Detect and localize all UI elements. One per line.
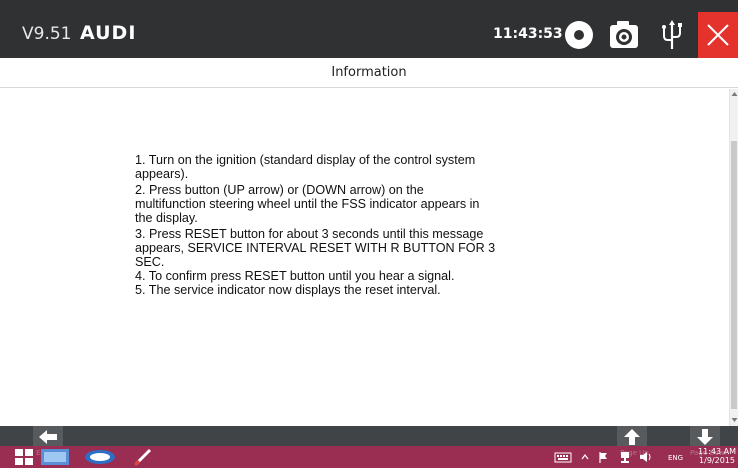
volume-icon[interactable] (639, 450, 653, 464)
windows-start-icon[interactable] (14, 448, 34, 466)
info-line: the display. (135, 211, 198, 225)
info-line: multifunction steering wheel until the F… (135, 197, 480, 211)
remote-app-icon[interactable] (82, 448, 118, 466)
info-line: appears, SERVICE INTERVAL RESET WITH R B… (135, 241, 496, 255)
pen-app-icon[interactable] (130, 448, 156, 466)
scroll-down-icon[interactable] (731, 417, 738, 423)
chevron-up-icon[interactable] (580, 450, 590, 464)
title-bar: Information (0, 58, 738, 88)
taskbar-clock[interactable]: 11:43 AM 1/9/2015 (697, 447, 737, 465)
taskbar-date: 1/9/2015 (699, 456, 735, 465)
arrow-left-icon (39, 430, 57, 444)
close-button[interactable] (698, 12, 738, 58)
software-version: V9.51 (22, 24, 72, 44)
close-icon (707, 24, 729, 46)
scroll-up-icon[interactable] (731, 91, 738, 97)
taskbar-time: 11:43 AM (698, 447, 736, 456)
network-icon[interactable] (619, 450, 631, 464)
info-line: appears). (135, 167, 189, 181)
top-bar: V9.51 AUDI 11:43:53 (0, 0, 738, 58)
back-button[interactable] (33, 426, 63, 448)
language-indicator[interactable]: ENG (668, 454, 683, 462)
vertical-scrollbar[interactable] (729, 89, 738, 426)
diagnostic-app-icon[interactable] (38, 448, 72, 466)
clock: 11:43:53 (493, 26, 563, 42)
info-line: SEC. (135, 255, 165, 269)
info-line: 2. Press button (UP arrow) or (DOWN arro… (135, 183, 424, 197)
scrollbar-thumb[interactable] (731, 141, 737, 409)
info-text: 1. Turn on the ignition (standard displa… (135, 153, 545, 297)
info-line: 4. To confirm press RESET button until y… (135, 269, 455, 283)
flag-icon[interactable] (598, 450, 608, 464)
page-title: Information (331, 65, 407, 80)
page-down-button[interactable] (690, 426, 720, 448)
page-up-button[interactable] (617, 426, 647, 448)
arrow-down-icon (697, 429, 713, 445)
vehicle-brand: AUDI (80, 22, 137, 44)
record-icon[interactable] (561, 16, 597, 52)
info-line: 5. The service indicator now displays th… (135, 283, 441, 297)
usb-icon (654, 16, 690, 52)
camera-icon[interactable] (606, 16, 642, 52)
info-line: 3. Press RESET button for about 3 second… (135, 227, 484, 241)
info-panel: 1. Turn on the ignition (standard displa… (0, 89, 729, 426)
keyboard-icon[interactable] (554, 450, 572, 464)
info-line: 1. Turn on the ignition (standard displa… (135, 153, 476, 167)
arrow-up-icon (624, 429, 640, 445)
